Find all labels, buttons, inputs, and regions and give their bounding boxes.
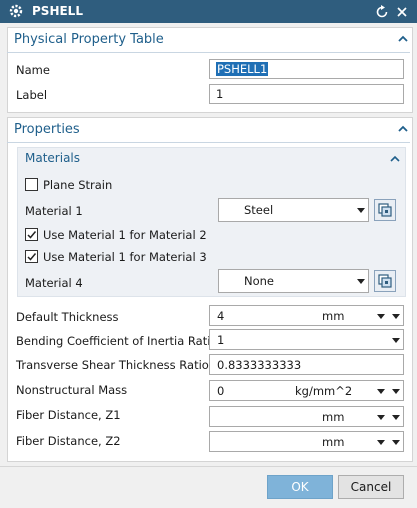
name-label: Name [16,63,50,77]
label-value: 1 [216,87,224,101]
name-field[interactable]: PSHELL1 [209,59,404,79]
nonstructural-mass-label: Nonstructural Mass [16,383,128,397]
fiber-z2-label: Fiber Distance, Z2 [16,434,121,448]
label-label: Label [16,88,48,102]
chevron-down-icon[interactable] [392,314,400,319]
material4-select[interactable]: None [218,269,369,293]
chevron-down-icon[interactable] [377,415,385,420]
chevron-down-icon[interactable] [377,314,385,319]
window-title: PSHELL [32,4,83,18]
divider [7,142,410,143]
transverse-shear-value: 0.8333333333 [217,358,302,372]
use-mat1-for-mat3-checkbox[interactable] [25,250,38,263]
use-mat1-for-mat2-label: Use Material 1 for Material 2 [43,228,207,242]
material-select-button[interactable] [374,199,396,221]
material1-select[interactable]: Steel [218,198,369,222]
name-value: PSHELL1 [216,62,269,76]
close-icon[interactable] [394,4,410,20]
bending-coeff-label: Bending Coefficient of Inertia Ratio [16,334,218,348]
gear-icon[interactable] [8,3,24,19]
properties-header[interactable]: Properties [7,118,413,142]
divider [7,52,410,53]
chevron-down-icon[interactable] [377,440,385,445]
fiber-z1-input[interactable]: mm [209,406,404,427]
material4-value: None [244,274,275,288]
default-thickness-label: Default Thickness [16,310,119,324]
fiber-z2-unit[interactable]: mm [322,435,344,449]
materials-title: Materials [25,151,81,165]
properties-title: Properties [14,122,80,137]
fiber-z2-input[interactable]: mm [209,431,404,452]
use-mat1-for-mat2-checkbox[interactable] [25,228,38,241]
chevron-up-icon[interactable] [397,123,409,135]
footer-divider [0,466,417,467]
use-mat1-for-mat3-label: Use Material 1 for Material 3 [43,250,207,264]
ok-button[interactable]: OK [267,475,333,499]
material-select-button[interactable] [374,270,396,292]
nonstructural-mass-input[interactable]: 0 kg/mm^2 [209,380,404,401]
default-thickness-value: 4 [217,309,225,323]
default-thickness-unit[interactable]: mm [322,309,344,323]
material4-label: Material 4 [25,276,83,290]
chevron-up-icon[interactable] [389,153,401,165]
bending-coeff-input[interactable]: 1 [209,329,404,350]
chevron-down-icon [357,208,365,213]
nonstructural-mass-unit[interactable]: kg/mm^2 [295,384,352,398]
fiber-z1-unit[interactable]: mm [322,410,344,424]
bending-coeff-value: 1 [217,333,225,347]
chevron-up-icon[interactable] [397,33,409,45]
title-bar: PSHELL [0,0,417,23]
fiber-z1-label: Fiber Distance, Z1 [16,408,121,422]
physical-property-header[interactable]: Physical Property Table [7,28,413,52]
chevron-down-icon[interactable] [392,389,400,394]
label-field[interactable]: 1 [209,84,404,104]
chevron-down-icon[interactable] [392,338,400,343]
chevron-down-icon [357,279,365,284]
plane-strain-checkbox[interactable] [25,178,38,191]
physical-property-title: Physical Property Table [14,32,164,47]
chevron-down-icon[interactable] [392,440,400,445]
transverse-shear-label: Transverse Shear Thickness Ratio [16,358,209,372]
cancel-button[interactable]: Cancel [338,475,404,499]
default-thickness-input[interactable]: 4 mm [209,305,404,326]
material1-label: Material 1 [25,204,83,218]
chevron-down-icon[interactable] [392,415,400,420]
material1-value: Steel [244,203,274,217]
nonstructural-mass-value: 0 [217,384,225,398]
plane-strain-label: Plane Strain [43,178,113,192]
transverse-shear-input[interactable]: 0.8333333333 [209,354,404,375]
chevron-down-icon[interactable] [377,389,385,394]
reset-icon[interactable] [374,4,390,20]
